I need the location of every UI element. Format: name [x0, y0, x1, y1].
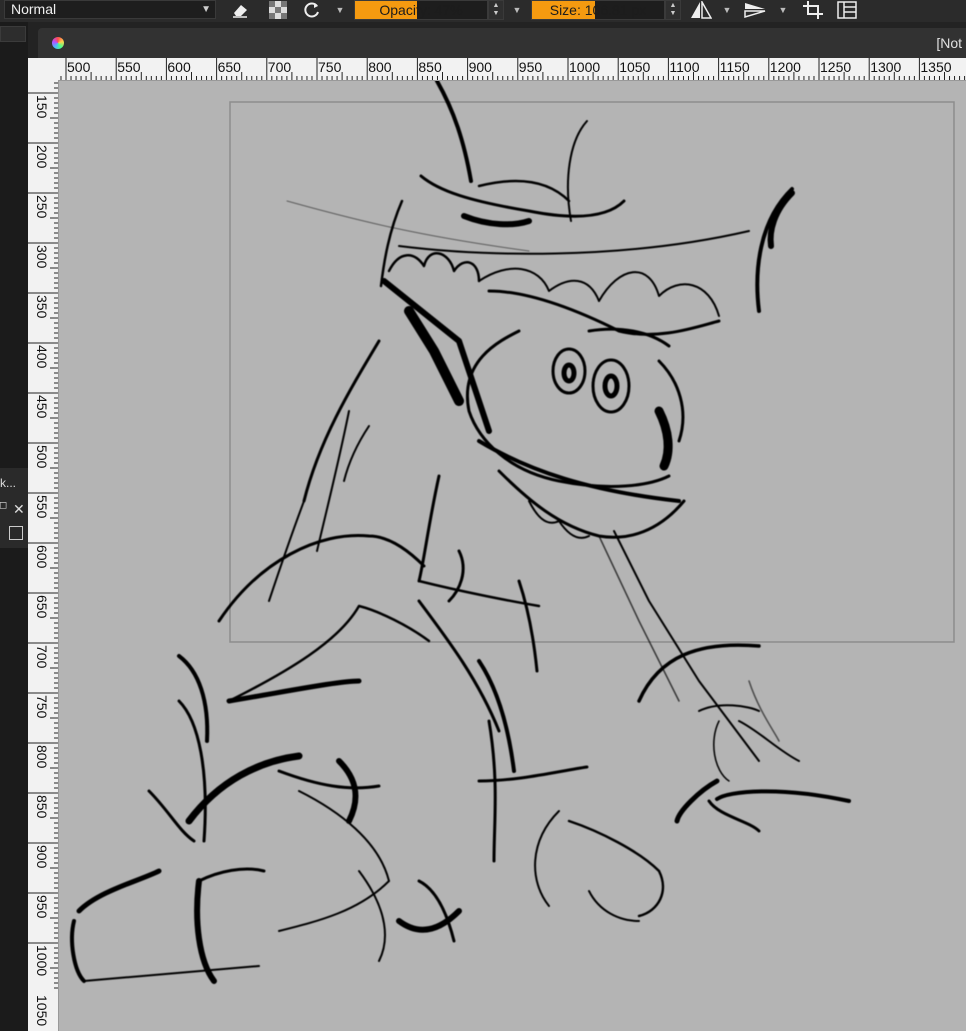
ruler-label: 600 — [167, 59, 191, 75]
tool-options-bar: Normal ▼ ▼ Opacity: 47% ▲ ▼ ▼ Size: 106.8… — [0, 0, 966, 23]
ruler-label: 500 — [67, 59, 91, 75]
ruler-label: 650 — [34, 595, 50, 619]
blend-mode-select[interactable]: Normal ▼ — [4, 0, 216, 19]
ruler-label: 550 — [117, 59, 141, 75]
document-tab-bar: [Not — [28, 22, 966, 58]
document-tab-title: [Not — [936, 35, 962, 51]
ruler-label: 1200 — [770, 59, 801, 75]
panel-stack-icon[interactable] — [9, 526, 23, 540]
ruler-label: 850 — [418, 59, 442, 75]
mirror-vertical-icon[interactable] — [742, 0, 768, 20]
ruler-label: 550 — [34, 495, 50, 519]
pin-icon[interactable]: ◻ — [0, 500, 7, 511]
ruler-label: 850 — [34, 795, 50, 819]
ruler-label: 1350 — [920, 59, 951, 75]
eraser-icon[interactable] — [228, 0, 252, 20]
collapsed-panel[interactable]: k... ◻ ✕ — [0, 468, 28, 548]
opacity-options-chevron-icon[interactable]: ▼ — [510, 0, 524, 20]
color-wheel-icon — [52, 37, 64, 49]
size-spinner[interactable]: ▲ ▼ — [665, 0, 681, 20]
vertical-ruler[interactable]: 150 200 250 300 350 400 450 500 550 600 650 700 750 8… — [28, 80, 59, 1031]
rotate-options-chevron-icon[interactable]: ▼ — [334, 0, 346, 20]
ruler-label: 800 — [34, 745, 50, 769]
ruler-label: 1150 — [720, 59, 750, 75]
ruler-label: 1300 — [870, 59, 901, 75]
ruler-label: 250 — [34, 195, 50, 219]
size-label: Size: 106.81 px — [549, 2, 647, 18]
ruler-label: 900 — [469, 59, 493, 75]
vertical-ruler-ticks: 150 200 250 300 350 400 450 500 550 600 650 700 750 8… — [28, 82, 58, 1026]
selection-frame — [229, 101, 955, 643]
ruler-label: 150 — [34, 95, 50, 119]
blend-mode-value: Normal — [11, 1, 57, 17]
ruler-corner — [28, 58, 58, 80]
ruler-label: 400 — [34, 345, 50, 369]
mirror-vertical-chevron-icon[interactable]: ▼ — [776, 0, 790, 20]
ruler-label: 1250 — [820, 59, 851, 75]
ruler-label: 700 — [34, 645, 50, 669]
drawing-canvas[interactable] — [59, 81, 966, 1031]
horizontal-ruler[interactable]: 500 550 600 650 700 750 800 850 900 950 1000 1050 11… — [58, 58, 966, 81]
ruler-label: 350 — [34, 295, 50, 319]
left-dock-field[interactable] — [0, 26, 26, 42]
ruler-label: 700 — [268, 59, 292, 75]
mirror-horizontal-chevron-icon[interactable]: ▼ — [720, 0, 734, 20]
ruler-label: 200 — [34, 145, 50, 169]
ruler-label: 1050 — [34, 995, 50, 1026]
size-slider[interactable]: Size: 106.81 px — [531, 0, 665, 20]
document-tab[interactable]: [Not — [38, 28, 966, 58]
close-icon[interactable]: ✕ — [13, 501, 25, 518]
opacity-spinner[interactable]: ▲ ▼ — [488, 0, 504, 20]
ruler-label: 950 — [34, 895, 50, 919]
ruler-label: 800 — [368, 59, 392, 75]
ruler-label: 500 — [34, 445, 50, 469]
ruler-label: 1050 — [619, 59, 650, 75]
ruler-label: 450 — [34, 395, 50, 419]
rotate-icon[interactable] — [300, 0, 324, 20]
ruler-label: 650 — [218, 59, 242, 75]
crop-icon[interactable] — [800, 0, 826, 20]
transparency-lock-icon[interactable] — [266, 0, 290, 20]
ruler-label: 950 — [519, 59, 543, 75]
ruler-label: 750 — [318, 59, 342, 75]
ruler-label: 750 — [34, 695, 50, 719]
ruler-label: 1000 — [569, 59, 600, 75]
horizontal-ruler-ticks: 500 550 600 650 700 750 800 850 900 950 1000 1050 11… — [60, 58, 966, 80]
opacity-slider[interactable]: Opacity: 47% — [354, 0, 488, 20]
ruler-label: 1000 — [34, 945, 50, 976]
chevron-down-icon: ▼ — [201, 4, 211, 15]
sketch-artwork — [70, 81, 955, 984]
ruler-label: 1100 — [669, 59, 699, 75]
opacity-label: Opacity: 47% — [379, 2, 463, 18]
ruler-label: 300 — [34, 245, 50, 269]
collapsed-panel-label: k... — [0, 476, 17, 490]
ruler-label: 900 — [34, 845, 50, 869]
mirror-horizontal-icon[interactable] — [688, 0, 714, 20]
ruler-label: 600 — [34, 545, 50, 569]
layout-panel-icon[interactable] — [834, 0, 860, 20]
